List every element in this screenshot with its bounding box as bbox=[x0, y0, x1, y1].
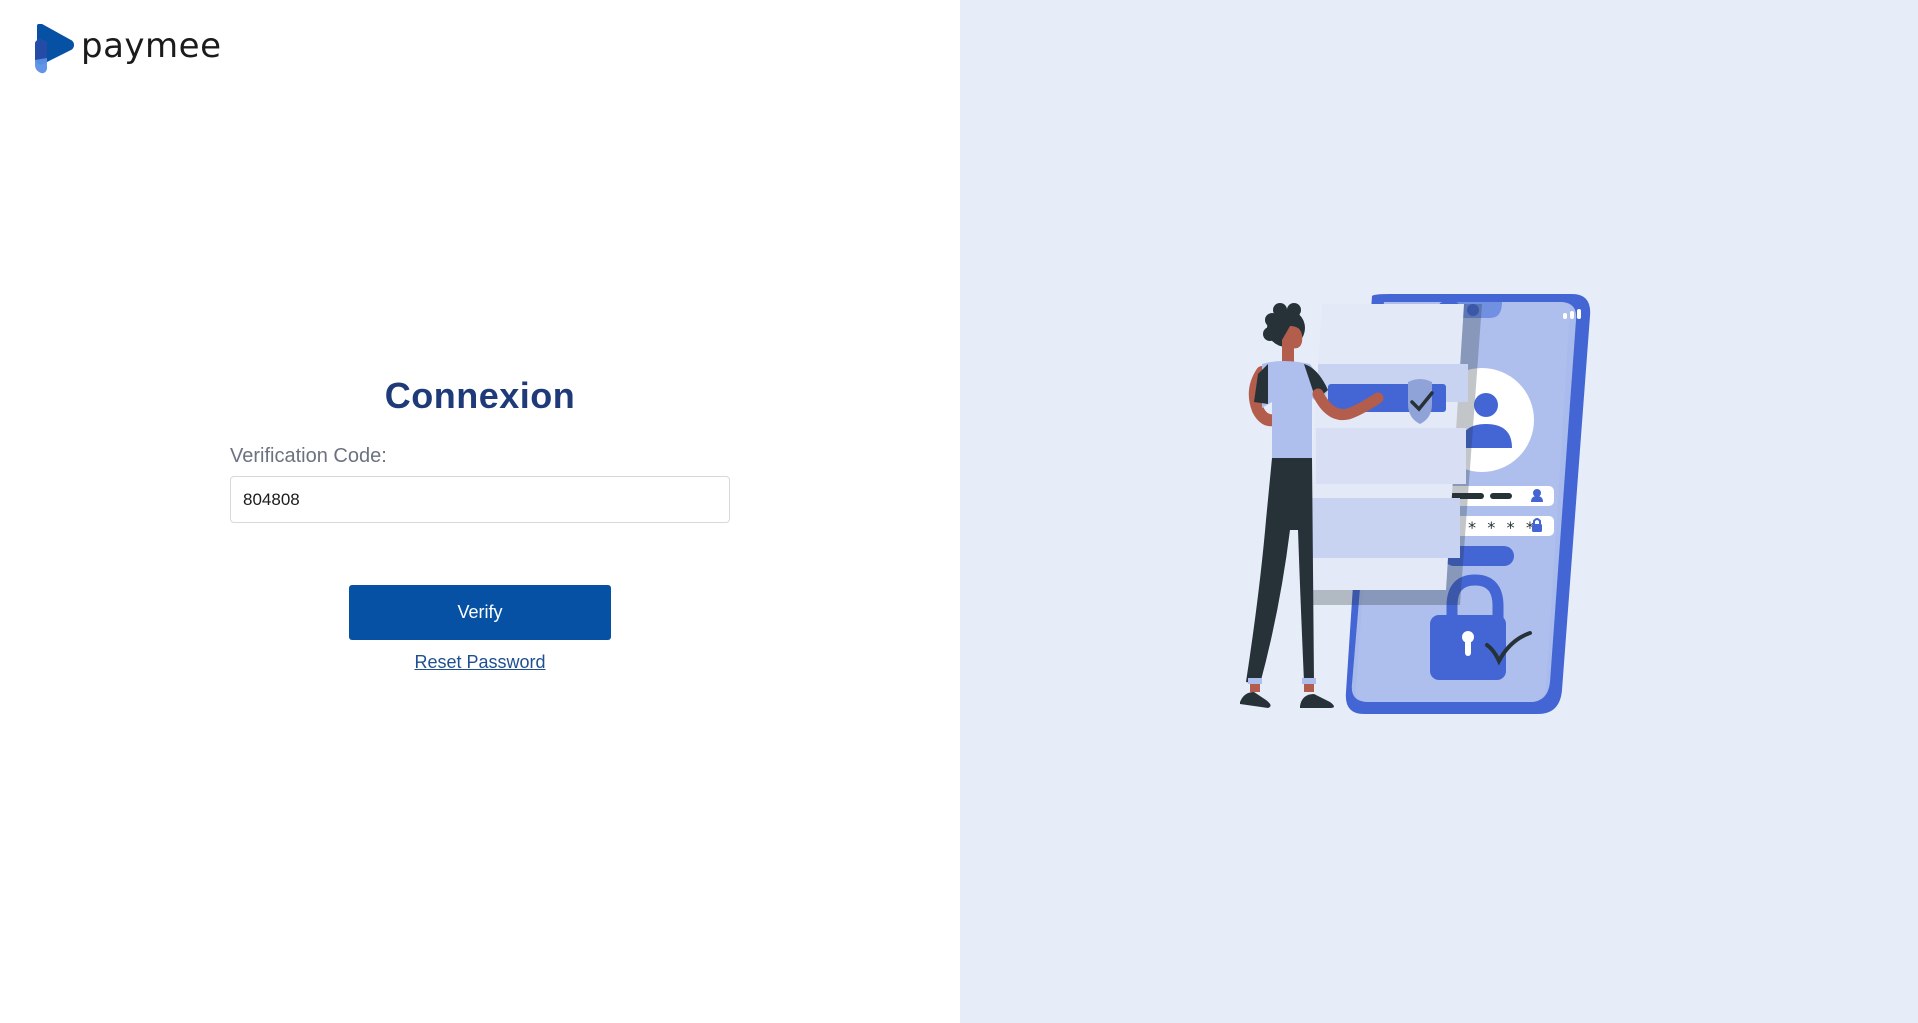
login-panel: paymee Connexion Verification Code: Veri… bbox=[0, 0, 960, 1023]
reset-password-link[interactable]: Reset Password bbox=[230, 652, 730, 673]
page-title: Connexion bbox=[384, 375, 576, 416]
paymee-logo-icon bbox=[35, 24, 74, 74]
security-illustration: * * * * * bbox=[1240, 294, 1591, 714]
verification-code-input[interactable] bbox=[230, 476, 730, 523]
verify-button[interactable]: Verify bbox=[349, 585, 611, 640]
verification-code-label: Verification Code: bbox=[230, 445, 387, 467]
illustration-panel: * * * * * bbox=[960, 0, 1918, 1023]
page: paymee Connexion Verification Code: Veri… bbox=[0, 0, 1918, 1023]
brand-name: paymee bbox=[81, 26, 222, 66]
brand-logo: paymee bbox=[33, 24, 222, 74]
verification-form: Connexion Verification Code: Verify Rese… bbox=[230, 375, 730, 673]
